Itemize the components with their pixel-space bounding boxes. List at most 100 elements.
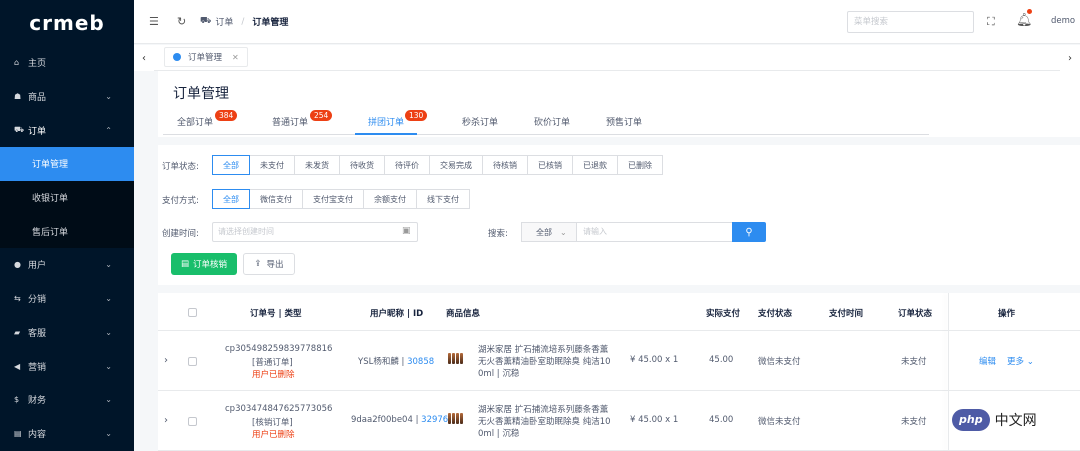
pay-option[interactable]: 余额支付 — [363, 189, 417, 209]
pay-option[interactable]: 微信支付 — [249, 189, 303, 209]
sidebar-item-service[interactable]: ▰ 客服 ⌄ — [0, 316, 134, 350]
close-icon[interactable]: ✕ — [232, 53, 239, 62]
sidebar-item-users[interactable]: ● 用户 ⌄ — [0, 248, 134, 282]
logo[interactable]: crmeb — [0, 0, 134, 46]
breadcrumb: ⛟ 订单 / 订单管理 — [200, 15, 288, 28]
chevron-down-icon: ⌄ — [105, 361, 112, 371]
export-button[interactable]: ⇪ 导出 — [243, 253, 295, 275]
status-option[interactable]: 交易完成 — [429, 155, 483, 175]
tab-all-orders[interactable]: 全部订单 384 — [177, 110, 238, 135]
search-icon: ⚲ — [745, 226, 753, 238]
top-header: ☰ ↻ ⛟ 订单 / 订单管理 菜单搜索 ⛶ 🔔︎ demo — [134, 0, 1080, 44]
product-price-qty: ¥ 45.00 x 1 — [630, 415, 679, 425]
verify-order-button[interactable]: ▤ 订单核销 — [171, 253, 237, 275]
status-option[interactable]: 待评价 — [384, 155, 430, 175]
product-title-line: 0ml | 沉稳 — [478, 369, 520, 379]
deleted-status: 用户已删除 — [252, 370, 295, 380]
chevron-down-icon: ⌄ — [105, 395, 112, 405]
chevron-up-icon: ⌃ — [105, 125, 112, 135]
sidebar-item-goods[interactable]: ☗ 商品 ⌄ — [0, 80, 134, 114]
date-range-input[interactable]: 请选择创建时间 — [212, 222, 418, 242]
tab-group-orders[interactable]: 拼团订单 130 — [355, 110, 428, 135]
search-button[interactable]: ⚲ — [732, 222, 766, 242]
sidebar-subitem-order-manage[interactable]: 订单管理 — [0, 147, 134, 181]
pay-filter-label: 支付方式: — [162, 196, 199, 206]
row-checkbox[interactable] — [188, 357, 197, 366]
fixed-column-divider — [948, 293, 949, 451]
product-title-line: 湖米家居 扩石捕流培系列藤条香薰 — [478, 405, 609, 415]
pay-option[interactable]: 全部 — [212, 189, 250, 209]
tab-presale-orders[interactable]: 预售订单 — [606, 115, 642, 135]
tags-bar: ‹ 订单管理 ✕ › — [134, 45, 1080, 71]
more-label: 更多 — [1007, 357, 1025, 367]
status-option[interactable]: 已退款 — [572, 155, 618, 175]
bell-icon[interactable]: 🔔︎ — [1016, 13, 1033, 28]
menu-toggle-icon[interactable]: ☰ — [149, 15, 159, 28]
cart-icon: ⛟ — [200, 16, 212, 26]
expand-chevron-icon[interactable]: › — [164, 415, 168, 426]
tab-seckill-orders[interactable]: 秒杀订单 — [462, 115, 498, 135]
sidebar-item-label: 客服 — [28, 328, 47, 339]
product-title-line: 无火香薰精油卧室助眠除臭 纯洁10 — [478, 357, 611, 367]
calendar-icon[interactable]: ▣ — [402, 226, 411, 236]
cart-icon: ⛟ — [14, 125, 25, 135]
chevron-left-icon[interactable]: ‹ — [134, 45, 154, 71]
status-option[interactable]: 未发货 — [294, 155, 340, 175]
user-id[interactable]: 32976 — [421, 415, 448, 425]
table-row[interactable]: › cp305498259839778816 [普通订单] 用户已删除 YSL杨… — [158, 331, 1080, 391]
select-all-checkbox[interactable] — [188, 308, 197, 317]
pay-option[interactable]: 线下支付 — [416, 189, 470, 209]
menu-search-input[interactable]: 菜单搜索 — [847, 11, 974, 33]
search-scope-value: 全部 — [536, 227, 552, 237]
refresh-icon[interactable]: ↻ — [177, 15, 186, 28]
count-badge: 384 — [215, 110, 238, 121]
status-option[interactable]: 已删除 — [617, 155, 663, 175]
sidebar-item-orders[interactable]: ⛟ 订单 ⌃ — [0, 113, 134, 147]
shop-icon: ☗ — [14, 92, 22, 102]
table-row[interactable]: › cp303474847625773056 [核销订单] 用户已删除 9daa… — [158, 391, 1080, 451]
search-scope-select[interactable]: 全部 ⌄ — [521, 222, 577, 242]
sidebar-item-home[interactable]: ⌂ 主页 — [0, 46, 134, 80]
pay-status: 微信未支付 — [758, 357, 801, 367]
user-id[interactable]: 30858 — [407, 357, 434, 367]
keyword-search-input[interactable]: 请输入 — [576, 222, 733, 242]
sidebar-item-content[interactable]: ▤ 内容 ⌄ — [0, 417, 134, 451]
sidebar-item-label: 分销 — [28, 295, 47, 306]
chevron-right-icon[interactable]: › — [1060, 45, 1080, 71]
tab-normal-orders[interactable]: 普通订单 254 — [272, 110, 333, 135]
sidebar-subitem-cashier-orders[interactable]: 收银订单 — [0, 180, 134, 215]
sidebar-subitem-aftersale-orders[interactable]: 售后订单 — [0, 214, 134, 249]
status-option[interactable]: 未支付 — [249, 155, 295, 175]
tab-bargain-orders[interactable]: 砍价订单 — [534, 115, 570, 135]
tab-order-manage[interactable]: 订单管理 ✕ — [164, 47, 248, 67]
product-title-line: 湖米家居 扩石捕流培系列藤条香薰 — [478, 345, 609, 355]
status-option[interactable]: 全部 — [212, 155, 250, 175]
page-title: 订单管理 — [173, 86, 229, 102]
breadcrumb-item[interactable]: 订单 — [215, 15, 233, 28]
row-checkbox[interactable] — [188, 417, 197, 426]
column-header: 商品信息 — [446, 309, 481, 319]
pay-status: 微信未支付 — [758, 417, 801, 427]
marketing-icon: ◀ — [14, 361, 21, 371]
sidebar-item-label: 主页 — [28, 59, 47, 70]
status-option[interactable]: 待核销 — [482, 155, 528, 175]
sidebar-item-marketing[interactable]: ◀ 营销 ⌄ — [0, 349, 134, 383]
sidebar-item-distribution[interactable]: ⇆ 分销 ⌄ — [0, 282, 134, 316]
notification-dot — [1027, 9, 1032, 14]
sidebar-item-label: 营销 — [28, 362, 47, 373]
sidebar-item-finance[interactable]: $ 财务 ⌄ — [0, 383, 134, 417]
more-actions-button[interactable]: 更多 ⌄ — [1007, 355, 1034, 367]
verify-order-label: 订单核销 — [193, 260, 228, 270]
sidebar-item-label: 财务 — [28, 396, 47, 407]
watermark-text: 中文网 — [994, 412, 1037, 429]
expand-chevron-icon[interactable]: › — [164, 355, 168, 366]
status-option[interactable]: 待收货 — [339, 155, 385, 175]
chevron-down-icon: ⌄ — [1026, 357, 1034, 367]
edit-button[interactable]: 编辑 — [979, 355, 996, 367]
user-name[interactable]: demo — [1051, 16, 1075, 26]
fullscreen-icon[interactable]: ⛶ — [987, 15, 995, 29]
pay-option[interactable]: 支付宝支付 — [302, 189, 364, 209]
sidebar-item-label: 订单 — [28, 126, 47, 137]
status-option[interactable]: 已核销 — [527, 155, 573, 175]
order-number: cp303474847625773056 — [225, 404, 333, 414]
